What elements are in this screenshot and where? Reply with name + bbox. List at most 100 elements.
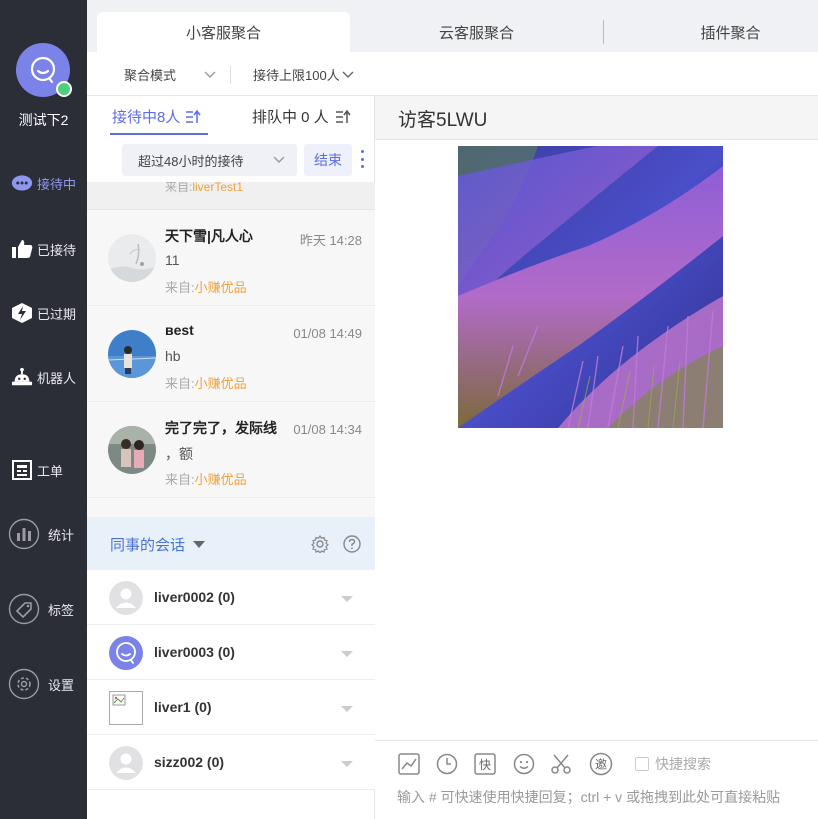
colleague-item[interactable]: sizz002 (0) [87, 735, 375, 790]
message-time: 昨天 14:28 [299, 233, 362, 248]
tab-serving[interactable]: 接待中8人 [112, 106, 201, 127]
nav-item-label: 已接待 [37, 242, 77, 258]
last-message: 11 [165, 252, 180, 268]
ticket-icon [11, 459, 33, 481]
chat-image-message[interactable] [458, 146, 723, 429]
filter-value: 超过48小时的接待 [138, 153, 244, 169]
limit-dropdown[interactable]: 接待上限100人 [253, 65, 354, 84]
robot-icon [11, 366, 33, 388]
emoji-icon[interactable] [512, 752, 536, 776]
caret-down-icon [193, 541, 206, 548]
filter-row: 超过48小时的接待 结束 [87, 140, 375, 182]
list-item[interactable]: ʙest 01/08 14:49 hb 来自:小赚优品 [87, 306, 375, 402]
quick-search-toggle[interactable]: 快捷搜索 [635, 754, 711, 774]
broken-image-icon [109, 691, 143, 725]
quick-search-checkbox[interactable] [635, 757, 649, 771]
settings-icon [8, 668, 40, 700]
list-item[interactable]: 天下雪|凡人心 昨天 14:28 11 来自:小赚优品 [87, 210, 375, 306]
list-item[interactable]: 来自:liverTest1 [87, 182, 375, 210]
colleague-item[interactable]: liver0003 (0) [87, 625, 375, 680]
source-line: 来自:小赚优品 [165, 277, 247, 296]
online-status-dot [56, 81, 72, 97]
nav-item-ticket[interactable]: 工单 [0, 455, 87, 485]
chat-area: 访客5LWU 快 邀 快捷搜索 输入 # 可快速使用快捷回复；ctrl + v … [375, 96, 818, 819]
tab-plugin[interactable]: 插件聚合 [604, 12, 818, 52]
quick-reply-icon[interactable]: 快 [473, 752, 497, 776]
source-name: liverTest1 [192, 182, 244, 194]
tab-cloud-service[interactable]: 云客服聚合 [350, 12, 603, 52]
nav-item-label: 接待中 [37, 176, 77, 192]
conversation-list: 来自:liverTest1 天下雪|凡人心 昨天 14:28 11 来自:小赚优… [87, 182, 375, 517]
source-prefix: 来自: [165, 280, 195, 295]
source-prefix: 来自: [165, 376, 195, 391]
chat-bubble-icon [11, 172, 33, 194]
colleague-item[interactable]: liver0002 (0) [87, 570, 375, 625]
tab-waiting-label: 排队中 0 人 [252, 109, 329, 126]
source-name: 小赚优品 [194, 472, 247, 487]
colleague-name: liver0003 (0) [154, 644, 235, 660]
caret-down-icon[interactable] [341, 651, 353, 657]
contact-name: 完了完了，发际线 [165, 420, 277, 436]
colleague-item[interactable]: liver1 (0) [87, 680, 375, 735]
source-line: 来自:小赚优品 [165, 373, 247, 392]
user-avatar[interactable] [16, 43, 72, 97]
nav-item-served[interactable]: 已接待 [0, 234, 87, 264]
active-tab-underline [110, 133, 208, 135]
avatar [108, 426, 156, 474]
chevron-down-icon [342, 71, 354, 78]
clock-icon[interactable] [435, 752, 459, 776]
username: 测试下2 [18, 112, 69, 128]
scissors-icon[interactable] [549, 752, 573, 776]
nav-item-settings[interactable]: 设置 [0, 668, 87, 700]
message-time: 01/08 14:49 [293, 326, 362, 341]
list-item[interactable]: 完了完了，发际线 01/08 14:34 ，额 来自:小赚优品 [87, 402, 375, 498]
toolbar: 聚合模式 接待上限100人 [87, 52, 818, 96]
colleague-sessions-title: 同事的会话 [110, 537, 186, 554]
invite-icon[interactable]: 邀 [589, 752, 613, 776]
colleague-name: liver0002 (0) [154, 589, 235, 605]
gear-icon[interactable] [311, 534, 329, 556]
colleague-name: liver1 (0) [154, 699, 212, 715]
nav-item-label: 标签 [48, 602, 75, 618]
contact-name: 天下雪|凡人心 [165, 228, 253, 244]
tab-waiting[interactable]: 排队中 0 人 [252, 106, 351, 127]
nav-item-label: 机器人 [37, 370, 77, 386]
nav-item-tags[interactable]: 标签 [0, 593, 87, 625]
queue-tabs: 接待中8人 排队中 0 人 [87, 96, 375, 138]
nav-item-label: 统计 [48, 527, 75, 543]
nav-item-serving[interactable]: 接待中 [0, 168, 87, 198]
source-name: 小赚优品 [194, 280, 247, 295]
default-avatar-icon [109, 581, 143, 615]
bot-avatar-icon [109, 636, 143, 670]
more-options-icon[interactable] [359, 150, 365, 168]
end-button[interactable]: 结束 [304, 144, 352, 176]
caret-down-icon[interactable] [341, 596, 353, 602]
caret-down-icon[interactable] [341, 761, 353, 767]
nav-item-expired[interactable]: 已过期 [0, 298, 87, 328]
colleague-sessions-toggle[interactable]: 同事的会话 [110, 534, 206, 555]
nav-item-stats[interactable]: 统计 [0, 518, 87, 550]
last-message: hb [165, 348, 181, 364]
avatar [108, 234, 156, 282]
list-item[interactable] [87, 498, 375, 517]
left-nav: 测试下2 接待中 已接待 已过期 机器人 工单 统计 标签 设置 [0, 0, 87, 819]
tab-small-service[interactable]: 小客服聚合 [97, 12, 350, 52]
source-prefix: 来自: [165, 182, 193, 194]
stats-icon [8, 518, 40, 550]
sort-icon [186, 109, 201, 123]
sort-icon [335, 109, 351, 123]
svg-text:邀: 邀 [595, 757, 607, 772]
nav-item-robot[interactable]: 机器人 [0, 362, 87, 392]
caret-down-icon[interactable] [341, 706, 353, 712]
chevron-down-icon [273, 156, 285, 163]
help-icon[interactable] [343, 535, 361, 556]
tag-icon [8, 593, 40, 625]
limit-label: 接待上限100人 [253, 68, 340, 83]
chart-icon[interactable] [397, 752, 421, 776]
svg-text:快: 快 [479, 758, 491, 772]
source-line: 来自:小赚优品 [165, 469, 247, 488]
default-avatar-icon [109, 746, 143, 780]
message-input[interactable] [397, 789, 818, 805]
mode-dropdown[interactable]: 聚合模式 [124, 65, 216, 84]
time-filter-select[interactable]: 超过48小时的接待 [122, 144, 297, 176]
